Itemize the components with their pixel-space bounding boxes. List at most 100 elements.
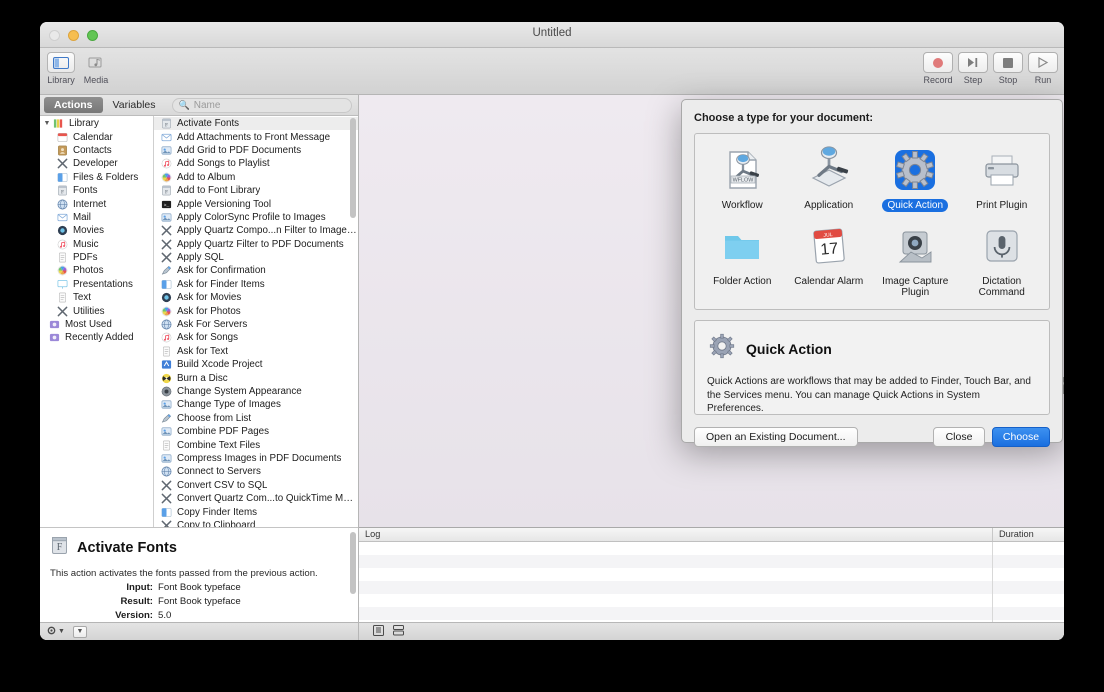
tab-actions[interactable]: Actions <box>44 97 103 113</box>
tree-item-mail[interactable]: Mail <box>40 211 153 224</box>
music-action-icon <box>160 158 172 170</box>
disclosure-triangle-icon[interactable]: ▼ <box>42 120 52 127</box>
actions-scrollbar[interactable] <box>349 118 357 525</box>
action-list-item[interactable]: Combine Text Files <box>154 438 358 451</box>
log-row[interactable] <box>359 568 1064 581</box>
log-column-log[interactable]: Log <box>359 528 992 541</box>
description-scrollbar-thumb[interactable] <box>350 532 356 594</box>
action-list-item[interactable]: Ask for Finder Items <box>154 278 358 291</box>
tree-item-utilities[interactable]: Utilities <box>40 304 153 317</box>
action-list-item-label: Combine PDF Pages <box>177 426 270 438</box>
library-tree[interactable]: ▼ Library Calendar Contacts Developer Files &… <box>40 116 154 527</box>
tree-item-files-folders[interactable]: Files & Folders <box>40 171 153 184</box>
document-type-application[interactable]: Application <box>786 142 873 212</box>
action-list-item[interactable]: Apply Quartz Filter to PDF Documents <box>154 238 358 251</box>
tab-variables[interactable]: Variables <box>103 97 166 113</box>
calendar-alarm-icon: JUL 17 <box>805 218 853 273</box>
tree-item-developer[interactable]: Developer <box>40 157 153 170</box>
action-list-item[interactable]: Burn a Disc <box>154 371 358 384</box>
action-list-item[interactable]: Compress Images in PDF Documents <box>154 452 358 465</box>
toolbar-left-group: Library Media <box>46 52 111 85</box>
toolbar-media-button[interactable]: Media <box>81 52 111 85</box>
log-column-duration[interactable]: Duration <box>992 528 1064 541</box>
action-list-item[interactable]: Build Xcode Project <box>154 358 358 371</box>
log-row[interactable] <box>359 594 1064 607</box>
log-row[interactable] <box>359 555 1064 568</box>
tree-item-presentations[interactable]: Presentations <box>40 278 153 291</box>
stop-button[interactable]: Stop <box>993 52 1023 85</box>
action-list-item-label: Ask for Songs <box>177 332 238 344</box>
action-list-item[interactable]: Ask for Songs <box>154 331 358 344</box>
tree-item-internet[interactable]: Internet <box>40 197 153 210</box>
action-list-item[interactable]: Ask for Text <box>154 345 358 358</box>
action-list-item[interactable]: Apply ColorSync Profile to Images <box>154 211 358 224</box>
log-rows[interactable] <box>359 542 1064 633</box>
action-list-item[interactable]: Ask For Servers <box>154 318 358 331</box>
tree-item-library[interactable]: ▼ Library <box>40 117 153 130</box>
document-type-quick-action[interactable]: Quick Action <box>872 142 959 212</box>
log-row[interactable] <box>359 542 1064 555</box>
close-button[interactable]: Close <box>933 427 985 447</box>
tree-item-label: Most Used <box>65 319 112 331</box>
tree-item-recently-added[interactable]: Recently Added <box>40 331 153 344</box>
action-list-item[interactable]: Copy Finder Items <box>154 505 358 518</box>
log-row[interactable] <box>359 581 1064 594</box>
action-list-item[interactable]: >_ Apple Versioning Tool <box>154 197 358 210</box>
run-button[interactable]: Run <box>1028 52 1058 85</box>
description-scrollbar[interactable] <box>349 532 357 618</box>
action-list-item[interactable]: Combine PDF Pages <box>154 425 358 438</box>
tree-item-music[interactable]: Music <box>40 238 153 251</box>
action-list-item[interactable]: Add Attachments to Front Message <box>154 130 358 143</box>
action-list-item[interactable]: Copy to Clipboard <box>154 519 358 527</box>
actions-list[interactable]: F Activate Fonts Add Attachments to Front … <box>154 116 358 527</box>
action-list-item[interactable]: Change Type of Images <box>154 398 358 411</box>
actions-scrollbar-thumb[interactable] <box>350 118 356 218</box>
step-button[interactable]: Step <box>958 52 988 85</box>
action-list-item[interactable]: Apply Quartz Compo...n Filter to Image F… <box>154 224 358 237</box>
tree-item-photos[interactable]: Photos <box>40 264 153 277</box>
action-list-item[interactable]: Ask for Movies <box>154 291 358 304</box>
document-type-workflow[interactable]: WFLOW Workflow <box>699 142 786 212</box>
action-list-item[interactable]: Change System Appearance <box>154 385 358 398</box>
gear-menu-button[interactable]: ▼ <box>46 625 65 638</box>
document-type-calendar-alarm[interactable]: JUL 17 Calendar Alarm <box>786 218 873 299</box>
action-list-item[interactable]: Apply SQL <box>154 251 358 264</box>
action-list-item[interactable]: F Add to Font Library <box>154 184 358 197</box>
action-list-item[interactable]: Add Songs to Playlist <box>154 157 358 170</box>
log-view-icon[interactable] <box>373 623 384 641</box>
action-list-item[interactable]: F Activate Fonts <box>154 117 358 131</box>
choose-button[interactable]: Choose <box>992 427 1050 447</box>
action-list-item[interactable]: Ask for Photos <box>154 304 358 317</box>
action-list-item[interactable]: Connect to Servers <box>154 465 358 478</box>
action-list-item[interactable]: Convert Quartz Com...to QuickTime Movies <box>154 492 358 505</box>
action-list-item[interactable]: Ask for Confirmation <box>154 264 358 277</box>
document-type-grid[interactable]: WFLOW Workflow Application Quick Action Prin… <box>694 133 1050 310</box>
tree-item-contacts[interactable]: Contacts <box>40 144 153 157</box>
open-existing-document-button[interactable]: Open an Existing Document... <box>694 427 858 447</box>
view-toggle-button[interactable]: ▼ <box>72 625 87 638</box>
document-type-image-capture-plugin[interactable]: Image Capture Plugin <box>872 218 959 299</box>
action-description-panel: F Activate Fonts This action activates t… <box>40 527 358 622</box>
document-type-print-plugin[interactable]: Print Plugin <box>959 142 1046 212</box>
action-list-item[interactable]: Convert CSV to SQL <box>154 479 358 492</box>
record-button[interactable]: Record <box>923 52 953 85</box>
action-list-item[interactable]: Add Grid to PDF Documents <box>154 144 358 157</box>
tree-item-fonts[interactable]: F Fonts <box>40 184 153 197</box>
document-type-folder-action[interactable]: Folder Action <box>699 218 786 299</box>
tree-item-calendar[interactable]: Calendar <box>40 130 153 143</box>
tree-item-pdfs[interactable]: PDFs <box>40 251 153 264</box>
tree-item-movies[interactable]: Movies <box>40 224 153 237</box>
toolbar-library-button[interactable]: Library <box>46 52 76 85</box>
document-type-dictation-command[interactable]: Dictation Command <box>959 218 1046 299</box>
tree-item-most-used[interactable]: Most Used <box>40 318 153 331</box>
variables-view-icon[interactable] <box>393 623 404 641</box>
search-input[interactable]: 🔍 Name <box>171 97 352 113</box>
action-list-item-label: Add Attachments to Front Message <box>177 131 331 143</box>
tree-item-label: Developer <box>73 158 118 170</box>
tree-item-text[interactable]: Text <box>40 291 153 304</box>
action-list-item[interactable]: Add to Album <box>154 171 358 184</box>
log-row[interactable] <box>359 607 1064 620</box>
toolbar: Library Media Record Step Stop Run <box>40 48 1064 95</box>
action-list-item-label: Burn a Disc <box>177 372 228 384</box>
action-list-item[interactable]: Choose from List <box>154 412 358 425</box>
